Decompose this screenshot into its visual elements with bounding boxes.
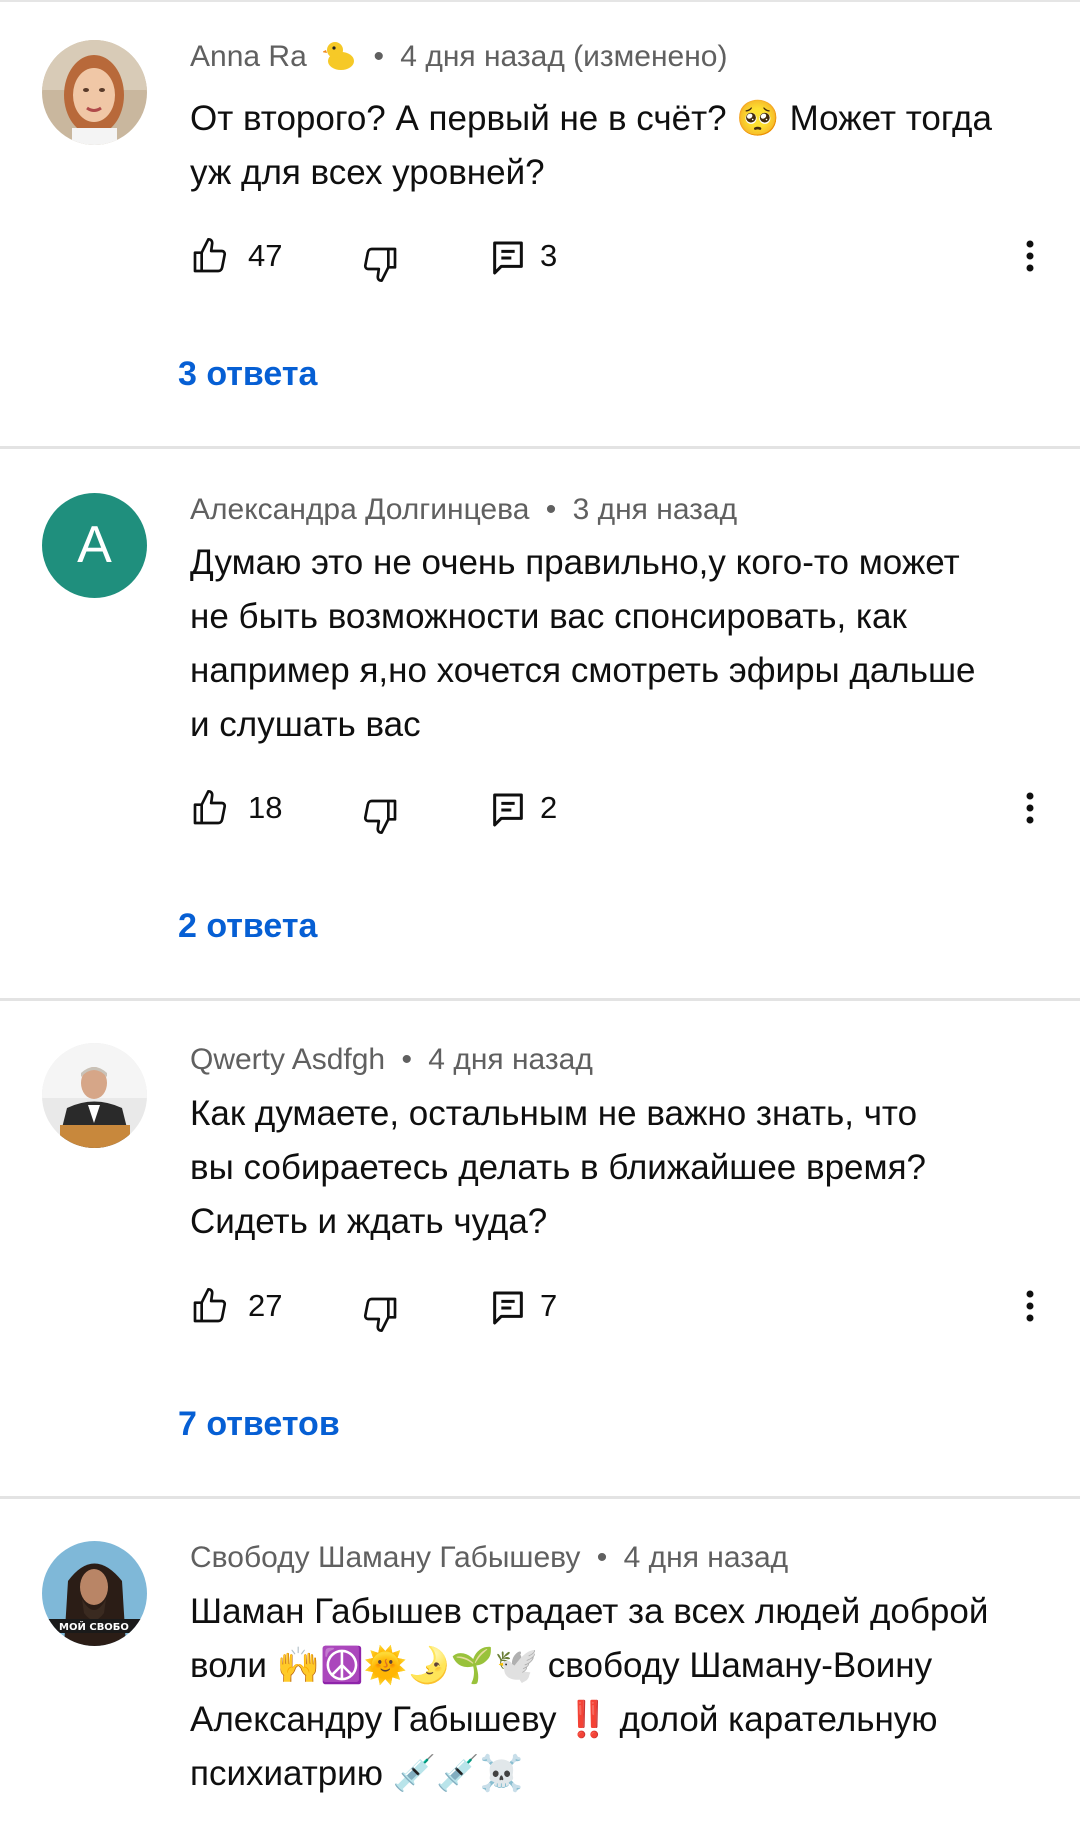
comment-text: От второго? А первый не в счёт? 🥺 Может … bbox=[190, 92, 1050, 200]
comment-text-line: воли 🙌☮️🌞🌛🌱🕊️ свободу Шаману-Воину bbox=[190, 1646, 933, 1685]
comment-time: 4 дня назад bbox=[623, 1541, 789, 1574]
comment-text-line: психиатрию 💉💉☠️ bbox=[190, 1754, 524, 1793]
avatar[interactable] bbox=[42, 1043, 147, 1148]
view-replies-button[interactable]: 2 ответа bbox=[178, 907, 317, 946]
like-count: 27 bbox=[248, 1288, 283, 1323]
separator-dot: • bbox=[596, 1541, 608, 1574]
reply-icon[interactable] bbox=[488, 790, 528, 830]
comment-text-line: Шаман Габышев страдает за всех людей доб… bbox=[190, 1592, 989, 1631]
author-name[interactable]: Свободу Шаману Габышеву bbox=[190, 1541, 580, 1574]
avatar[interactable] bbox=[42, 40, 147, 145]
like-count: 18 bbox=[248, 790, 283, 825]
separator-dot: • bbox=[545, 493, 557, 526]
comment-actions: 47 3 bbox=[190, 236, 1050, 286]
author-name[interactable]: Александра Долгинцева bbox=[190, 493, 529, 526]
comment-actions: 18 2 bbox=[190, 788, 1050, 838]
comment-time: 3 дня назад bbox=[572, 493, 738, 526]
dislike-icon[interactable] bbox=[360, 1294, 400, 1334]
avatar[interactable]: МОЙ СВОБО bbox=[42, 1541, 147, 1646]
duck-badge-icon bbox=[322, 38, 357, 80]
reply-icon[interactable] bbox=[488, 238, 528, 278]
like-icon[interactable] bbox=[190, 788, 230, 828]
top-divider bbox=[0, 0, 1080, 2]
thread-divider bbox=[0, 1496, 1080, 1499]
reply-count: 7 bbox=[540, 1288, 558, 1323]
comment-text-line: Думаю это не очень правильно,у кого-то м… bbox=[190, 543, 960, 582]
comment-text: Шаман Габышев страдает за всех людей доб… bbox=[190, 1585, 1050, 1801]
comment-meta: Qwerty Asdfgh • 4 дня назад bbox=[190, 1043, 593, 1077]
separator-dot: • bbox=[373, 40, 384, 73]
thread-divider bbox=[0, 446, 1080, 449]
more-vert-icon[interactable] bbox=[1015, 231, 1045, 281]
comment-text-line: и слушать вас bbox=[190, 705, 421, 744]
view-replies-button[interactable]: 3 ответа bbox=[178, 355, 317, 394]
avatar-caption: МОЙ СВОБО bbox=[59, 1620, 129, 1633]
comment-text-line: например я,но хочется смотреть эфиры дал… bbox=[190, 651, 976, 690]
reply-count: 2 bbox=[540, 790, 558, 825]
comment-text: Думаю это не очень правильно,у кого-то м… bbox=[190, 536, 1050, 752]
comment-text-line: не быть возможности вас спонсировать, ка… bbox=[190, 597, 907, 636]
like-icon[interactable] bbox=[190, 236, 230, 276]
comment-meta: Anna Ra • 4 дня назад (изменено) bbox=[190, 38, 727, 80]
comment-actions: 27 7 bbox=[190, 1286, 1050, 1336]
dislike-icon[interactable] bbox=[360, 796, 400, 836]
comment-text-line: Как думаете, остальным не важно знать, ч… bbox=[190, 1094, 918, 1133]
more-vert-icon[interactable] bbox=[1015, 783, 1045, 833]
reply-icon[interactable] bbox=[488, 1288, 528, 1328]
author-name[interactable]: Qwerty Asdfgh bbox=[190, 1043, 385, 1076]
comment-text-line: вы собираетесь делать в ближайшее время? bbox=[190, 1148, 926, 1187]
comment-meta: Александра Долгинцева • 3 дня назад bbox=[190, 493, 737, 527]
avatar[interactable]: A bbox=[42, 493, 147, 598]
author-name[interactable]: Anna Ra bbox=[190, 40, 307, 73]
comment-time: 4 дня назад (изменено) bbox=[400, 40, 728, 73]
like-count: 47 bbox=[248, 238, 283, 273]
comment-text: Как думаете, остальным не важно знать, ч… bbox=[190, 1087, 1050, 1249]
separator-dot: • bbox=[401, 1043, 412, 1076]
dislike-icon[interactable] bbox=[360, 244, 400, 284]
reply-count: 3 bbox=[540, 238, 558, 273]
thread-divider bbox=[0, 998, 1080, 1001]
view-replies-button[interactable]: 7 ответов bbox=[178, 1405, 340, 1444]
comment-text-line: Александру Габышеву ‼️ долой карательную bbox=[190, 1700, 938, 1739]
comment-meta: Свободу Шаману Габышеву • 4 дня назад bbox=[190, 1541, 788, 1575]
more-vert-icon[interactable] bbox=[1015, 1281, 1045, 1331]
comment-text-line: От второго? А первый не в счёт? 🥺 Может … bbox=[190, 99, 992, 138]
comment-text-line: уж для всех уровней? bbox=[190, 153, 545, 192]
like-icon[interactable] bbox=[190, 1286, 230, 1326]
comment-text-line: Сидеть и ждать чуда? bbox=[190, 1202, 548, 1241]
comment-time: 4 дня назад bbox=[428, 1043, 593, 1076]
